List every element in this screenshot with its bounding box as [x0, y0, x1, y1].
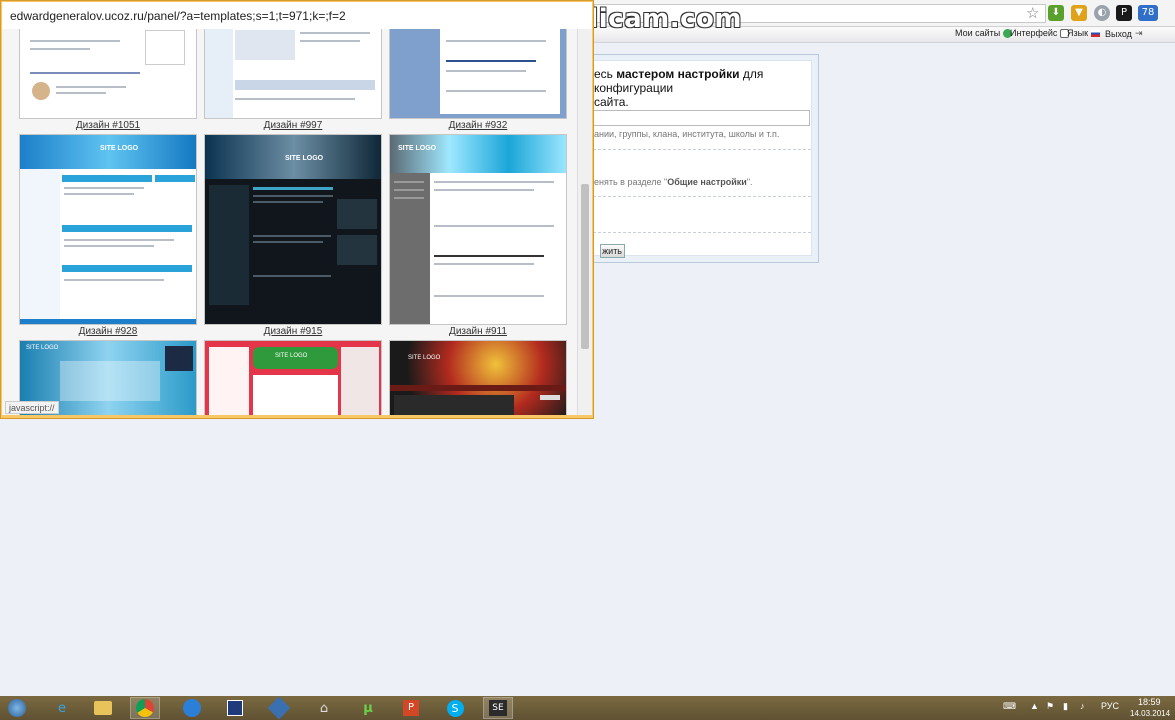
- template-chooser-popup: edwardgeneralov.ucoz.ru/panel/?a=templat…: [0, 0, 594, 419]
- my-sites-label: Мои сайты: [955, 28, 1001, 38]
- design-caption[interactable]: Дизайн #1051: [19, 120, 197, 131]
- language-menu[interactable]: Язык: [1067, 28, 1101, 38]
- popup-scrollbar[interactable]: [577, 29, 592, 415]
- start-button-icon[interactable]: [2, 697, 32, 719]
- template-gallery: Дизайн #1051 Дизайн #997 Дизайн #932 SIT…: [2, 29, 592, 415]
- pinterest-extension-icon[interactable]: P: [1116, 5, 1132, 21]
- logout-icon: ⇥: [1134, 28, 1143, 38]
- clock-time[interactable]: 18:59: [1138, 697, 1161, 707]
- russian-flag-icon: [1091, 29, 1101, 37]
- download-extension-icon[interactable]: ⬇: [1048, 5, 1064, 21]
- network-icon[interactable]: ▮: [1063, 701, 1068, 712]
- site-logo-text: SITE LOGO: [285, 155, 324, 162]
- site-logo-text: SITE LOGO: [275, 353, 308, 359]
- design-thumbnail[interactable]: [389, 29, 567, 119]
- continue-button[interactable]: жить: [600, 244, 625, 258]
- status-bar: javascript://: [5, 401, 59, 414]
- vpn-extension-icon[interactable]: ▼: [1071, 5, 1087, 21]
- keyboard-icon[interactable]: ⌨: [1003, 701, 1016, 712]
- media-app-icon[interactable]: [220, 697, 250, 719]
- file-explorer-icon[interactable]: [88, 697, 118, 719]
- site-logo-text: SITE LOGO: [100, 145, 139, 152]
- design-thumbnail[interactable]: [204, 29, 382, 119]
- site-logo-text: SITE LOGO: [408, 355, 441, 361]
- clock-date[interactable]: 14.03.2014: [1130, 709, 1170, 718]
- powerpoint-icon[interactable]: P: [396, 697, 426, 719]
- site-logo-text: SITE LOGO: [26, 345, 59, 351]
- chrome-icon[interactable]: [130, 697, 160, 719]
- design-thumbnail[interactable]: SITE LOGO: [389, 340, 567, 415]
- bookmark-star-icon[interactable]: ☆: [1026, 4, 1039, 22]
- language-label: Язык: [1067, 28, 1089, 38]
- logout-label: Выход: [1105, 28, 1132, 39]
- popup-address-bar: edwardgeneralov.ucoz.ru/panel/?a=templat…: [2, 2, 592, 29]
- internet-explorer-icon[interactable]: e: [47, 697, 77, 719]
- design-caption[interactable]: Дизайн #928: [19, 326, 197, 337]
- notifications-badge-icon[interactable]: 78: [1138, 5, 1158, 21]
- design-thumbnail[interactable]: SITE LOGO: [204, 340, 382, 415]
- interface-label: Интерфейс: [1010, 28, 1058, 38]
- design-caption[interactable]: Дизайн #915: [204, 326, 382, 337]
- design-thumbnail[interactable]: SITE LOGO: [389, 134, 567, 325]
- my-sites-menu[interactable]: Мои сайты: [955, 28, 1013, 38]
- browser-globe-icon[interactable]: [177, 697, 207, 719]
- popup-url: edwardgeneralov.ucoz.ru/panel/?a=templat…: [10, 9, 346, 23]
- design-caption[interactable]: Дизайн #932: [389, 120, 567, 131]
- skype-icon[interactable]: S: [440, 697, 470, 719]
- action-center-icon[interactable]: ⚑: [1046, 701, 1054, 712]
- windows-taskbar: e ⌂ µ P S SE ⌨ ▲ ⚑ ▮ ♪ РУС 18:59 14.03.2…: [0, 696, 1175, 720]
- design-caption[interactable]: Дизайн #911: [389, 326, 567, 337]
- network-tool-icon[interactable]: ⌂: [309, 697, 339, 719]
- utorrent-icon[interactable]: µ: [353, 697, 383, 719]
- design-thumbnail[interactable]: [19, 29, 197, 119]
- design-caption[interactable]: Дизайн #997: [204, 120, 382, 131]
- site-name-hint: ании, группы, клана, института, школы и …: [594, 129, 780, 139]
- wizard-intro-text: есь мастером настройки для конфигурации …: [594, 67, 764, 109]
- tray-expand-icon[interactable]: ▲: [1030, 701, 1039, 711]
- logout-menu[interactable]: Выход ⇥: [1105, 28, 1142, 39]
- volume-icon[interactable]: ♪: [1080, 701, 1085, 711]
- virtualbox-icon[interactable]: [264, 696, 294, 720]
- shield-extension-icon[interactable]: ◐: [1094, 5, 1110, 21]
- site-logo-text: SITE LOGO: [398, 145, 437, 152]
- input-language[interactable]: РУС: [1101, 701, 1119, 711]
- scrollbar-thumb[interactable]: [581, 184, 589, 349]
- se-app-icon[interactable]: SE: [483, 697, 513, 719]
- settings-note: енять в разделе "Общие настройки".: [594, 177, 753, 187]
- design-thumbnail[interactable]: SITE LOGO: [19, 134, 197, 325]
- interface-menu[interactable]: Интерфейс: [1010, 28, 1070, 38]
- design-thumbnail[interactable]: SITE LOGO: [204, 134, 382, 325]
